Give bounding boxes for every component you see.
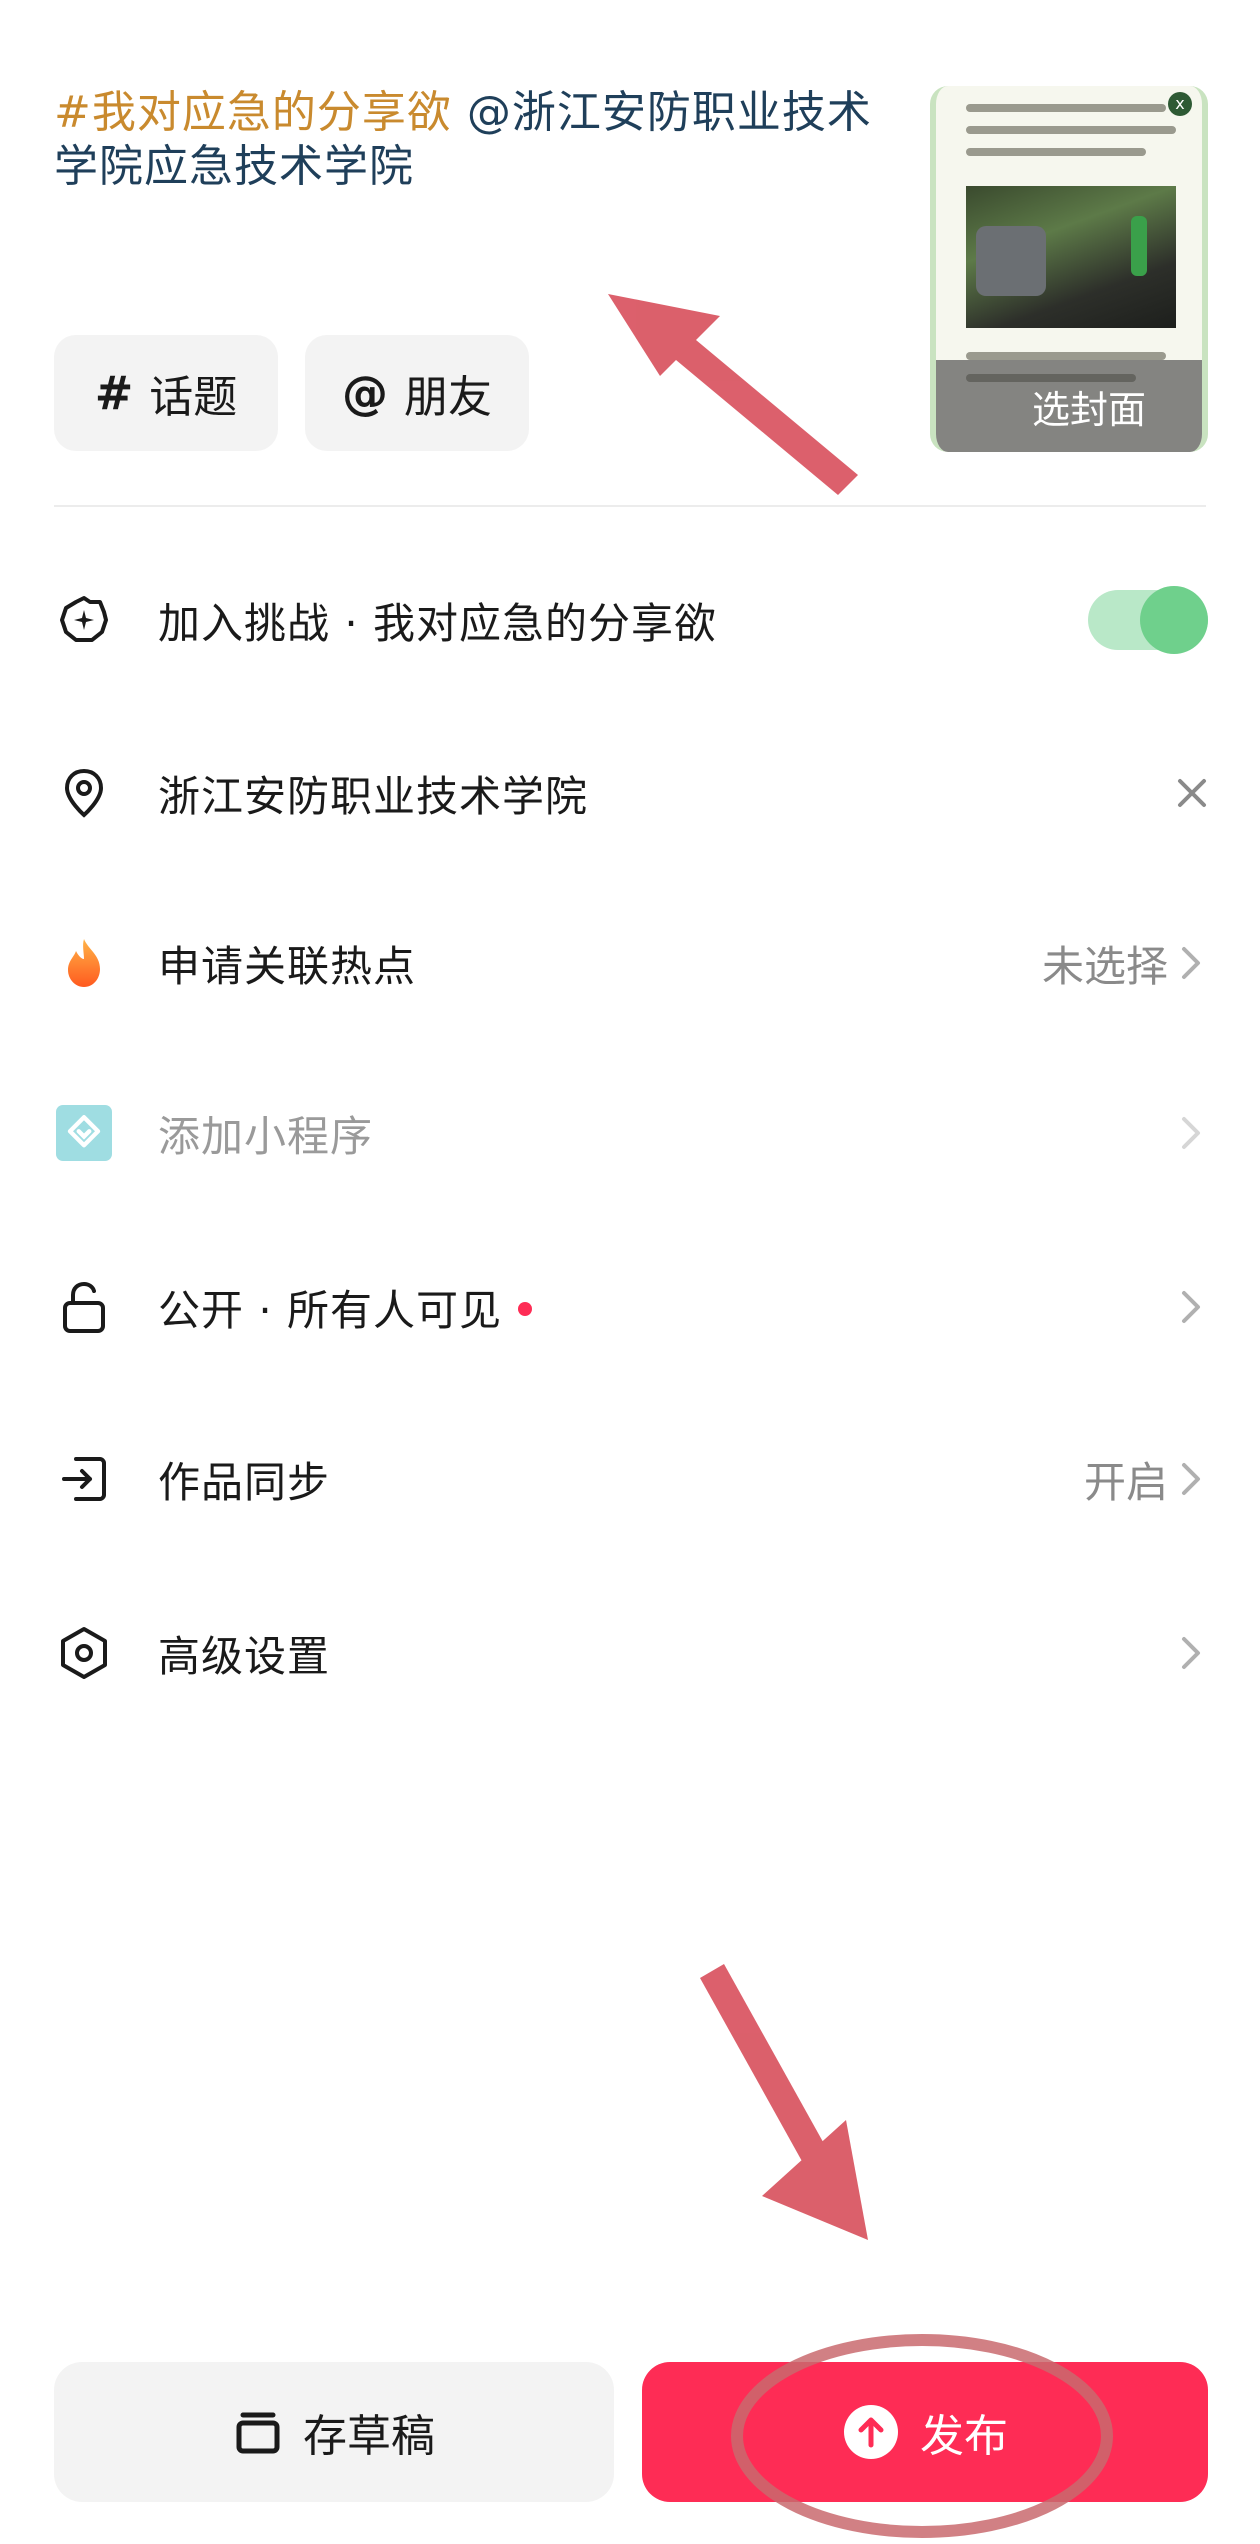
chevron-right-icon bbox=[1172, 1105, 1212, 1161]
unlock-icon bbox=[56, 1279, 112, 1335]
advanced-settings-label: 高级设置 bbox=[158, 1631, 331, 1681]
person-shape bbox=[1131, 216, 1147, 276]
mention-friend-button-label: 朋友 bbox=[404, 372, 492, 423]
cover-text-line bbox=[966, 104, 1166, 112]
mini-program-label: 添加小程序 bbox=[158, 1111, 374, 1161]
chevron-right-icon bbox=[1172, 1279, 1212, 1335]
divider bbox=[54, 505, 1206, 507]
flame-icon bbox=[56, 935, 112, 991]
sync-label: 作品同步 bbox=[158, 1457, 331, 1507]
hotspot-label: 申请关联热点 bbox=[158, 941, 417, 991]
advanced-settings-row[interactable]: 高级设置 bbox=[0, 1598, 1260, 1708]
challenge-row[interactable]: 加入挑战 · 我对应急的分享欲 bbox=[0, 565, 1260, 675]
sync-value: 开启 bbox=[1083, 1457, 1168, 1507]
publish-label: 发布 bbox=[920, 2411, 1008, 2462]
draft-box-icon bbox=[233, 2407, 283, 2457]
settings-hexagon-icon bbox=[56, 1625, 112, 1681]
privacy-label-text: 公开 · 所有人可见 bbox=[158, 1285, 503, 1335]
at-icon: @ bbox=[342, 366, 388, 420]
location-row[interactable]: 浙江安防职业技术学院 bbox=[0, 738, 1260, 848]
challenge-toggle[interactable] bbox=[1088, 586, 1208, 654]
chevron-right-icon bbox=[1172, 1625, 1212, 1681]
select-cover-button[interactable]: 选封面 bbox=[936, 360, 1202, 452]
cover-text-line bbox=[966, 352, 1166, 360]
chevron-right-icon bbox=[1172, 1451, 1212, 1507]
sync-icon bbox=[56, 1451, 112, 1507]
toggle-knob bbox=[1140, 586, 1208, 654]
save-draft-button[interactable]: 存草稿 bbox=[54, 2362, 614, 2502]
publish-button[interactable]: 发布 bbox=[642, 2362, 1208, 2502]
upload-arrow-icon bbox=[842, 2403, 900, 2461]
location-pin-icon bbox=[56, 765, 112, 821]
mini-program-icon bbox=[56, 1105, 112, 1161]
cover-close-icon[interactable]: x bbox=[1168, 92, 1192, 116]
challenge-label: 加入挑战 · 我对应急的分享欲 bbox=[158, 598, 718, 648]
caption-hashtag[interactable]: #我对应急的分享欲 bbox=[54, 87, 452, 138]
privacy-row[interactable]: 公开 · 所有人可见 bbox=[0, 1252, 1260, 1362]
hotspot-row[interactable]: 申请关联热点 未选择 bbox=[0, 908, 1260, 1018]
mention-friend-button[interactable]: @ 朋友 bbox=[305, 335, 529, 451]
sync-row[interactable]: 作品同步 开启 bbox=[0, 1424, 1260, 1534]
remove-location-icon[interactable] bbox=[1168, 769, 1216, 817]
hashtag-icon: # bbox=[94, 366, 134, 420]
location-label: 浙江安防职业技术学院 bbox=[158, 771, 589, 821]
cover-thumbnail[interactable]: x 选封面 bbox=[930, 86, 1208, 452]
mini-program-row[interactable]: 添加小程序 bbox=[0, 1078, 1260, 1188]
challenge-icon bbox=[56, 592, 112, 648]
caption-text[interactable]: #我对应急的分享欲 @浙江安防职业技术学院应急技术学院 bbox=[54, 86, 874, 194]
topic-button-label: 话题 bbox=[149, 372, 238, 423]
hotspot-value: 未选择 bbox=[1041, 941, 1168, 991]
privacy-label: 公开 · 所有人可见 bbox=[158, 1277, 533, 1338]
car-shape bbox=[976, 226, 1046, 296]
arrow-annotation-top bbox=[608, 294, 858, 495]
chevron-right-icon bbox=[1172, 935, 1212, 991]
cover-text-line bbox=[966, 126, 1176, 134]
cover-text-line bbox=[966, 148, 1146, 156]
new-badge-dot bbox=[518, 1302, 533, 1316]
cover-photo bbox=[966, 186, 1176, 328]
topic-button[interactable]: # 话题 bbox=[54, 335, 278, 451]
arrow-annotation-bottom bbox=[700, 1964, 868, 2240]
save-draft-label: 存草稿 bbox=[303, 2411, 435, 2462]
